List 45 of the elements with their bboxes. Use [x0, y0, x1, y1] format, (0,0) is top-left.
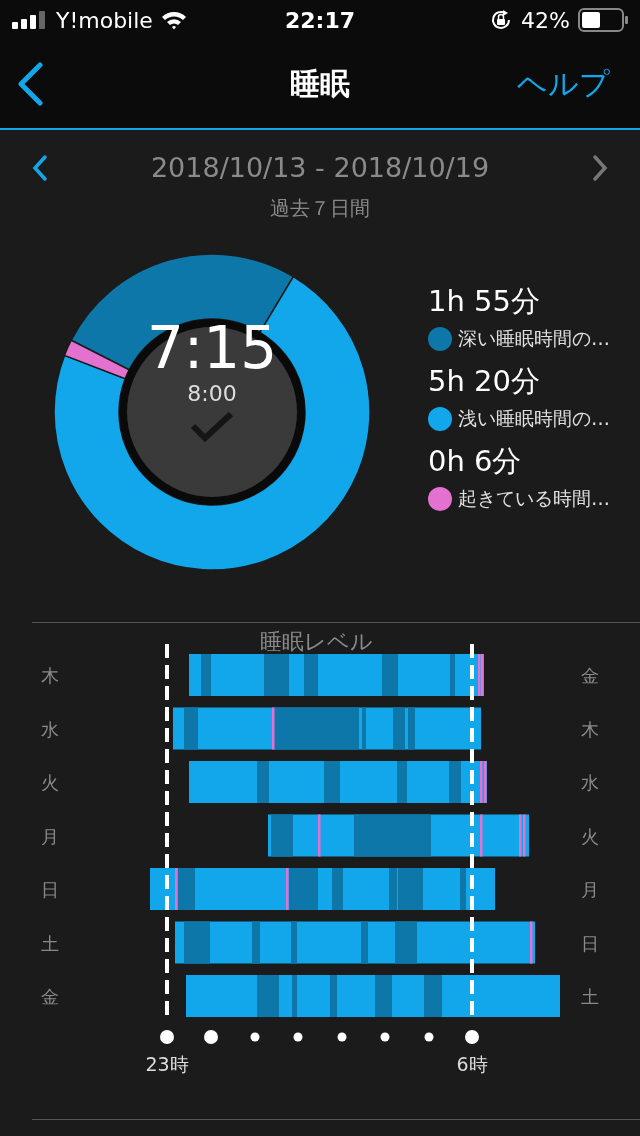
hour-dot [380, 1032, 390, 1042]
start-day-label: 水 [41, 718, 59, 740]
back-button[interactable] [16, 62, 44, 106]
hour-dot [424, 1032, 434, 1042]
end-day-label: 火 [581, 825, 599, 847]
hour-dot [337, 1032, 347, 1042]
help-button[interactable]: ヘルプ [517, 63, 610, 105]
end-day-label: 木 [581, 718, 599, 740]
hour-dot [465, 1030, 479, 1044]
duration-value: 0h 6分 [428, 443, 523, 480]
axis-time-label: 23時 [145, 1053, 189, 1075]
end-day-label: 日 [581, 932, 599, 954]
hour-dot [250, 1032, 260, 1042]
end-day-label: 土 [581, 986, 599, 1007]
duration-value: 5h 20分 [428, 363, 541, 400]
date-range: 2018/10/13 - 2018/10/19 [150, 152, 490, 183]
status-time: 22:17 [285, 7, 355, 33]
hour-dot [204, 1030, 218, 1044]
start-day-label: 月 [41, 825, 59, 847]
wifi-icon [160, 10, 187, 30]
legend-label: 起きている時間… [458, 486, 610, 511]
battery-percent: 42% [521, 7, 570, 33]
sleep-goal: 8:00 [187, 380, 237, 406]
chart-title: 睡眠レベル [259, 628, 373, 656]
battery-icon [578, 8, 628, 32]
screen-title: 睡眠 [290, 64, 350, 103]
carrier-name: Y!mobile [56, 7, 153, 33]
end-day-label: 金 [581, 665, 599, 686]
start-day-label: 火 [41, 772, 59, 793]
legend-label: 深い睡眠時間の… [458, 326, 610, 351]
hour-dot [160, 1030, 174, 1044]
end-day-label: 水 [581, 772, 599, 793]
start-day-label: 金 [41, 986, 59, 1007]
start-day-label: 土 [41, 932, 59, 954]
end-day-label: 月 [581, 879, 599, 900]
period-subtitle: 過去７日間 [270, 195, 370, 222]
signal-icon [12, 11, 48, 29]
duration-value: 1h 55分 [428, 283, 541, 320]
legend-label: 浅い睡眠時間の… [458, 406, 610, 431]
hour-dot [293, 1032, 303, 1042]
axis-time-label: 6時 [456, 1053, 488, 1075]
start-day-label: 木 [41, 665, 59, 686]
start-day-label: 日 [41, 879, 59, 900]
previous-period-icon[interactable] [32, 153, 48, 182]
total-sleep-time: 7:15 [146, 317, 278, 381]
